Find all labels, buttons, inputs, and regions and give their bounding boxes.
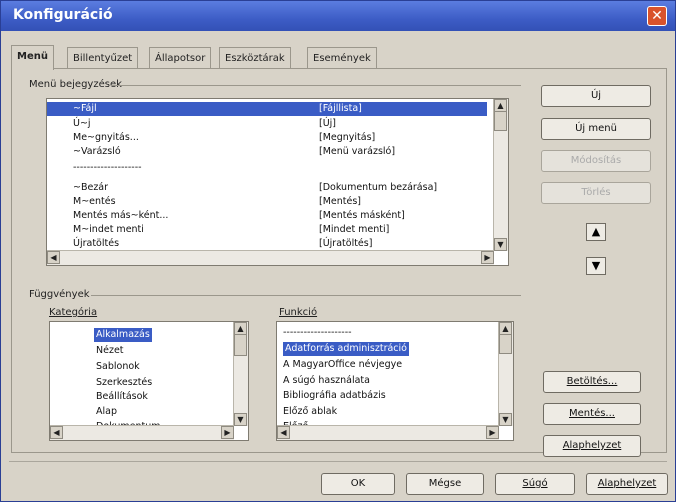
menu-entries-list[interactable]: ~Fájl [Fájllista] Ú~j [Új] Me~gnyitás... [M… xyxy=(46,98,509,266)
tab-keyboard[interactable]: Billentyűzet xyxy=(67,47,139,69)
function-label: Funkció xyxy=(279,307,318,318)
move-up-icon[interactable]: ▲ xyxy=(586,223,606,241)
vertical-scrollbar[interactable]: ▲ ▼ xyxy=(498,322,513,426)
configuration-dialog: Konfiguráció ✕ Menü Billentyűzet Állapot… xyxy=(0,0,676,502)
group-divider xyxy=(111,85,521,86)
scroll-right-icon[interactable]: ▶ xyxy=(486,426,499,439)
scroll-down-icon[interactable]: ▼ xyxy=(234,413,247,426)
horizontal-scrollbar[interactable]: ◀ ▶ xyxy=(47,250,494,265)
scroll-thumb[interactable] xyxy=(499,334,512,354)
title-bar[interactable]: Konfiguráció ✕ xyxy=(1,1,675,31)
list-item[interactable]: A MagyarOffice névjegye xyxy=(283,358,402,372)
category-list[interactable]: Alkalmazás Nézet Sablonok Szerkesztés Be… xyxy=(49,321,249,441)
scroll-left-icon[interactable]: ◀ xyxy=(50,426,63,439)
list-item[interactable]: Előző ablak xyxy=(283,405,337,419)
list-item[interactable]: Beállítások xyxy=(96,390,148,404)
reset-functions-button[interactable]: Alaphelyzet xyxy=(543,435,641,457)
scroll-left-icon[interactable]: ◀ xyxy=(277,426,290,439)
list-item[interactable]: A súgó használata xyxy=(283,374,370,388)
function-list[interactable]: -------------------- Adatforrás adminisz… xyxy=(276,321,514,441)
scroll-right-icon[interactable]: ▶ xyxy=(481,251,494,264)
list-item[interactable]: Újratöltés [Újratöltés] xyxy=(47,237,487,251)
functions-label: Függvények xyxy=(29,289,90,300)
tab-statusbar[interactable]: Állapotsor xyxy=(149,47,212,69)
new-menu-button[interactable]: Új menü xyxy=(541,118,651,140)
tab-events[interactable]: Események xyxy=(307,47,377,69)
list-item[interactable]: Ú~j [Új] xyxy=(47,117,487,131)
horizontal-scrollbar[interactable]: ◀ ▶ xyxy=(50,425,234,440)
list-item[interactable]: Alap xyxy=(96,405,117,419)
list-item[interactable]: M~indet menti [Mindet menti] xyxy=(47,223,487,237)
scroll-left-icon[interactable]: ◀ xyxy=(47,251,60,264)
scroll-down-icon[interactable]: ▼ xyxy=(494,238,507,251)
list-item[interactable]: Mentés más~ként... [Mentés másként] xyxy=(47,209,487,223)
scroll-down-icon[interactable]: ▼ xyxy=(499,413,512,426)
category-label: Kategória xyxy=(49,307,98,318)
list-item[interactable]: ~Varázsló [Menü varázsló] xyxy=(47,145,487,159)
list-item[interactable]: Me~gnyitás... [Megnyitás] xyxy=(47,131,487,145)
vertical-scrollbar[interactable]: ▲ ▼ xyxy=(493,99,508,251)
list-item[interactable]: Alkalmazás xyxy=(94,328,152,342)
delete-button[interactable]: Törlés xyxy=(541,182,651,204)
window-title: Konfiguráció xyxy=(13,7,113,23)
list-item[interactable]: Nézet xyxy=(96,344,124,358)
modify-button[interactable]: Módosítás xyxy=(541,150,651,172)
list-item[interactable]: Szerkesztés xyxy=(96,376,152,390)
tab-menu[interactable]: Menü xyxy=(11,45,54,70)
list-item[interactable]: ~Fájl [Fájllista] xyxy=(47,102,487,116)
list-item[interactable]: M~entés [Mentés] xyxy=(47,195,487,209)
load-button[interactable]: Betöltés... xyxy=(543,371,641,393)
save-button[interactable]: Mentés... xyxy=(543,403,641,425)
scroll-right-icon[interactable]: ▶ xyxy=(221,426,234,439)
scroll-thumb[interactable] xyxy=(234,334,247,356)
close-icon[interactable]: ✕ xyxy=(647,6,667,26)
menu-entries-label: Menü bejegyzések xyxy=(29,79,122,90)
vertical-scrollbar[interactable]: ▲ ▼ xyxy=(233,322,248,426)
list-item[interactable]: -------------------- xyxy=(283,326,352,340)
list-item[interactable]: -------------------- xyxy=(47,161,487,175)
cancel-button[interactable]: Mégse xyxy=(406,473,484,495)
reset-button[interactable]: Alaphelyzet xyxy=(586,473,668,495)
move-down-icon[interactable]: ▼ xyxy=(586,257,606,275)
group-divider xyxy=(91,295,521,296)
footer-divider xyxy=(9,461,667,462)
list-item[interactable]: Sablonok xyxy=(96,360,140,374)
list-item[interactable]: Adatforrás adminisztráció xyxy=(283,342,409,356)
list-item[interactable]: Bibliográfia adatbázis xyxy=(283,389,386,403)
tab-toolbars[interactable]: Eszköztárak xyxy=(219,47,291,69)
ok-button[interactable]: OK xyxy=(321,473,395,495)
list-item[interactable]: ~Bezár [Dokumentum bezárása] xyxy=(47,181,487,195)
new-button[interactable]: Új xyxy=(541,85,651,107)
scroll-thumb[interactable] xyxy=(494,111,507,131)
horizontal-scrollbar[interactable]: ◀ ▶ xyxy=(277,425,499,440)
help-button[interactable]: Súgó xyxy=(495,473,575,495)
